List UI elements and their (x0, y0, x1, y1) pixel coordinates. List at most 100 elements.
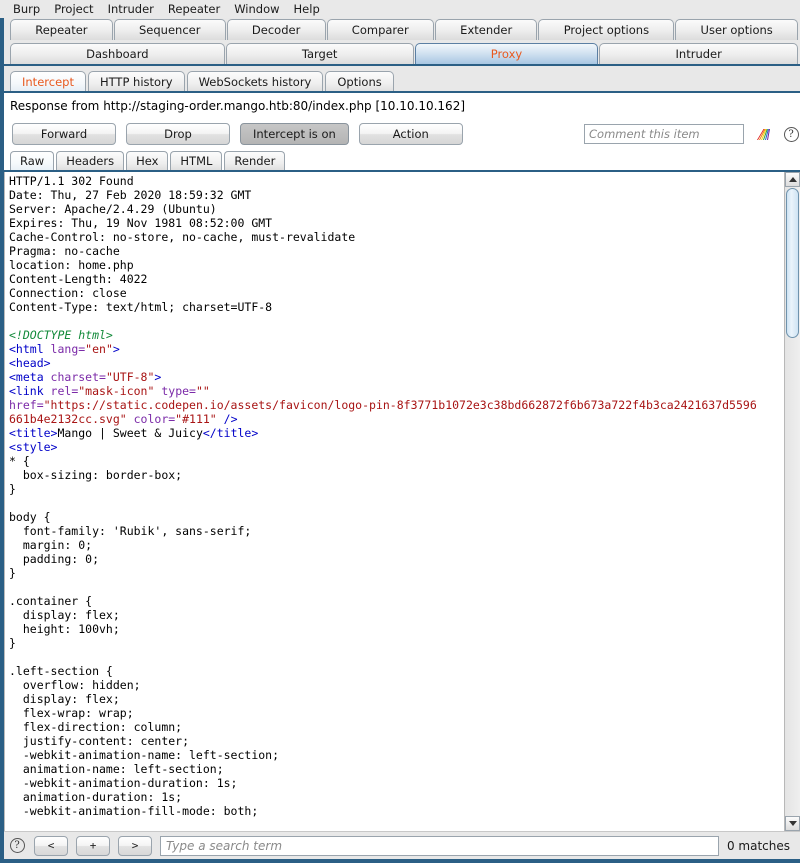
main-tab-row-1: Repeater Sequencer Decoder Comparer Exte… (10, 18, 800, 40)
bottom-accent-strip (0, 859, 800, 863)
tab-intruder[interactable]: Intruder (599, 43, 798, 64)
response-line: Pragma: no-cache (9, 244, 120, 258)
intercept-toggle-button[interactable]: Intercept is on (240, 123, 349, 145)
tab-sequencer[interactable]: Sequencer (113, 19, 226, 40)
response-body-editor[interactable]: HTTP/1.1 302 Found Date: Thu, 27 Feb 2020… (5, 172, 784, 831)
intercept-action-bar: Forward Drop Intercept is on Action ? (4, 119, 800, 149)
comment-input[interactable] (584, 124, 744, 144)
response-line: padding: 0; (9, 552, 100, 566)
action-button[interactable]: Action (358, 123, 463, 145)
menu-item-repeater[interactable]: Repeater (161, 1, 227, 18)
response-line: href="https://static.codepen.io/assets/f… (9, 398, 757, 412)
tab-decoder[interactable]: Decoder (226, 19, 326, 40)
response-line: <style> (9, 440, 58, 454)
search-next-button[interactable]: > (118, 835, 152, 856)
editor-vertical-scrollbar[interactable] (784, 172, 800, 831)
response-line: margin: 0; (9, 538, 93, 552)
search-add-button[interactable]: + (76, 835, 110, 856)
tab-dashboard[interactable]: Dashboard (10, 43, 225, 64)
tab-headers[interactable]: Headers (56, 151, 125, 170)
menu-bar: Burp Project Intruder Repeater Window He… (0, 0, 800, 18)
tab-comparer[interactable]: Comparer (326, 19, 434, 40)
response-line: HTTP/1.1 302 Found (9, 174, 134, 188)
response-line: Cache-Control: no-store, no-cache, must-… (9, 230, 356, 244)
scrollbar-track[interactable] (785, 338, 800, 816)
response-line: Date: Thu, 27 Feb 2020 18:59:32 GMT (9, 188, 252, 202)
response-line: <meta charset="UTF-8"> (9, 370, 162, 384)
help-icon[interactable]: ? (782, 125, 800, 143)
main-tab-underline (0, 64, 800, 66)
response-line: location: home.php (9, 258, 134, 272)
response-line: } (9, 482, 16, 496)
footer-help-icon[interactable]: ? (8, 837, 26, 855)
search-prev-button[interactable]: < (34, 835, 68, 856)
response-line (9, 314, 784, 328)
response-line: .left-section { (9, 664, 113, 678)
menu-item-project[interactable]: Project (47, 1, 100, 18)
tab-render[interactable]: Render (224, 151, 286, 170)
response-line: Content-Type: text/html; charset=UTF-8 (9, 300, 273, 314)
burp-suite-window: Burp Project Intruder Repeater Window He… (0, 0, 800, 863)
response-line (9, 496, 784, 510)
forward-button[interactable]: Forward (12, 123, 116, 145)
tab-html[interactable]: HTML (170, 151, 223, 170)
response-line: <head> (9, 356, 51, 370)
tab-http-history[interactable]: HTTP history (87, 71, 185, 91)
menu-item-help[interactable]: Help (287, 1, 327, 18)
response-line: -webkit-animation-fill-mode: both; (9, 804, 259, 818)
response-line: display: flex; (9, 608, 120, 622)
response-line: <html lang="en"> (9, 342, 120, 356)
tab-extender[interactable]: Extender (434, 19, 538, 40)
scrollbar-thumb[interactable] (786, 188, 799, 338)
response-line: } (9, 566, 16, 580)
response-line: font-family: 'Rubik', sans-serif; (9, 524, 252, 538)
menu-item-intruder[interactable]: Intruder (101, 1, 161, 18)
response-line: overflow: hidden; (9, 678, 141, 692)
message-view-tab-bar: Raw Headers Hex HTML Render (4, 149, 800, 170)
tab-proxy[interactable]: Proxy (414, 43, 599, 64)
response-line: Connection: close (9, 286, 127, 300)
response-line: * { (9, 454, 30, 468)
response-line: body { (9, 510, 51, 524)
response-line: } (9, 636, 16, 650)
tab-repeater[interactable]: Repeater (10, 19, 113, 40)
tab-target[interactable]: Target (225, 43, 414, 64)
question-mark-glyph: ? (783, 126, 799, 142)
tab-intercept[interactable]: Intercept (10, 71, 86, 91)
search-input[interactable] (160, 835, 719, 856)
response-line: <title>Mango | Sweet & Juicy</title> (9, 426, 259, 440)
proxy-sub-tab-bar: Intercept HTTP history WebSockets histor… (0, 69, 800, 91)
main-tab-row-2: Dashboard Target Proxy Intruder (10, 41, 800, 64)
search-footer: ? < + > 0 matches (0, 831, 800, 859)
tab-raw[interactable]: Raw (10, 151, 55, 170)
scroll-up-arrow-icon[interactable] (785, 172, 800, 187)
menu-item-window[interactable]: Window (227, 1, 286, 18)
scroll-down-arrow-icon[interactable] (785, 816, 800, 831)
response-line: flex-direction: column; (9, 720, 183, 734)
response-source-label: Response from http://staging-order.mango… (4, 93, 800, 119)
match-count-label: 0 matches (726, 838, 790, 853)
response-line (9, 650, 784, 664)
response-line: <!DOCTYPE html> (9, 328, 113, 342)
response-line: .container { (9, 594, 93, 608)
drop-button[interactable]: Drop (126, 123, 230, 145)
tab-hex[interactable]: Hex (126, 151, 169, 170)
tab-user-options[interactable]: User options (675, 19, 798, 40)
tab-options[interactable]: Options (325, 71, 394, 91)
response-line: box-sizing: border-box; (9, 468, 183, 482)
rainbow-highlighter-icon[interactable] (754, 125, 772, 143)
response-line: animation-duration: 1s; (9, 790, 183, 804)
tab-websockets-history[interactable]: WebSockets history (186, 71, 324, 91)
response-line: -webkit-animation-name: left-section; (9, 748, 280, 762)
response-line: Expires: Thu, 19 Nov 1981 08:52:00 GMT (9, 216, 273, 230)
response-line: height: 100vh; (9, 622, 120, 636)
menu-item-burp[interactable]: Burp (6, 1, 47, 18)
question-mark-glyph-footer: ? (9, 838, 25, 853)
response-line: 661b4e2132cc.svg" color="#111" /> (9, 412, 238, 426)
response-line: animation-name: left-section; (9, 762, 224, 776)
response-line (9, 580, 784, 594)
intercept-panel: Response from http://staging-order.mango… (4, 93, 800, 831)
tab-project-options[interactable]: Project options (538, 19, 675, 40)
response-line: flex-wrap: wrap; (9, 706, 134, 720)
response-line: Server: Apache/2.4.29 (Ubuntu) (9, 202, 217, 216)
